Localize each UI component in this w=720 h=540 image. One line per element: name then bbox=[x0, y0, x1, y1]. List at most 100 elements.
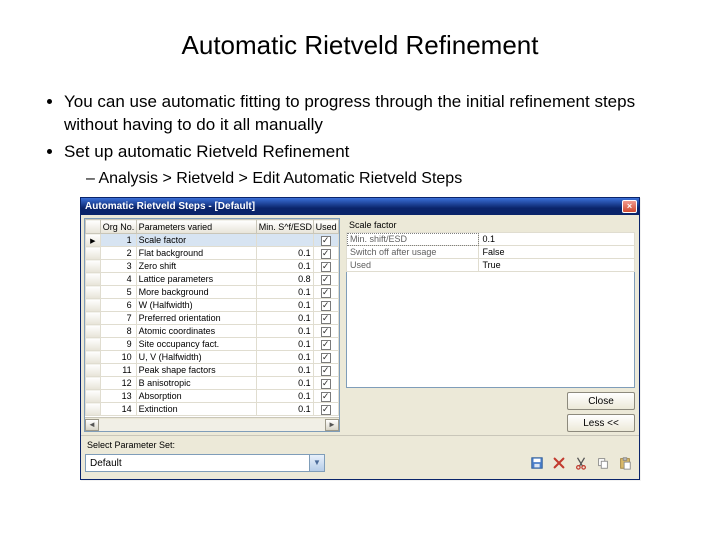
paramset-value: Default bbox=[90, 458, 122, 469]
row-selector[interactable] bbox=[86, 299, 101, 312]
save-icon[interactable] bbox=[527, 453, 547, 473]
bullet-2: Set up automatic Rietveld Refinement bbox=[64, 141, 680, 164]
cell-param: Site occupancy fact. bbox=[136, 338, 256, 351]
cell-param: Atomic coordinates bbox=[136, 325, 256, 338]
cell-min: 0.1 bbox=[256, 299, 313, 312]
scroll-right-icon[interactable]: ► bbox=[325, 419, 339, 431]
detail-switch-key: Switch off after usage bbox=[347, 246, 479, 259]
table-row[interactable]: 14Extinction0.1 bbox=[86, 403, 339, 416]
col-param[interactable]: Parameters varied bbox=[136, 220, 256, 234]
titlebar[interactable]: Automatic Rietveld Steps - [Default] × bbox=[81, 198, 639, 215]
row-selector[interactable] bbox=[86, 390, 101, 403]
row-selector[interactable] bbox=[86, 403, 101, 416]
checkbox-icon[interactable] bbox=[321, 314, 331, 324]
checkbox-icon[interactable] bbox=[321, 249, 331, 259]
cell-used[interactable] bbox=[313, 364, 338, 377]
close-button[interactable]: Close bbox=[567, 392, 635, 410]
window-title: Automatic Rietveld Steps - [Default] bbox=[85, 201, 255, 212]
row-selector[interactable] bbox=[86, 286, 101, 299]
cell-used[interactable] bbox=[313, 299, 338, 312]
cell-used[interactable] bbox=[313, 390, 338, 403]
detail-grid[interactable]: Min. shift/ESD 0.1 Switch off after usag… bbox=[346, 232, 635, 272]
steps-grid[interactable]: Org No. Parameters varied Min. S^f/ESD U… bbox=[84, 218, 340, 432]
scroll-left-icon[interactable]: ◄ bbox=[85, 419, 99, 431]
cell-org: 14 bbox=[100, 403, 136, 416]
col-org[interactable]: Org No. bbox=[100, 220, 136, 234]
checkbox-icon[interactable] bbox=[321, 366, 331, 376]
less-button[interactable]: Less << bbox=[567, 414, 635, 432]
col-min[interactable]: Min. S^f/ESD bbox=[256, 220, 313, 234]
row-selector[interactable] bbox=[86, 377, 101, 390]
cell-param: Flat background bbox=[136, 247, 256, 260]
detail-switch-val[interactable]: False bbox=[479, 246, 635, 259]
checkbox-icon[interactable] bbox=[321, 262, 331, 272]
table-row[interactable]: 1Scale factor bbox=[86, 234, 339, 247]
cell-org: 7 bbox=[100, 312, 136, 325]
cell-param: Lattice parameters bbox=[136, 273, 256, 286]
checkbox-icon[interactable] bbox=[321, 405, 331, 415]
checkbox-icon[interactable] bbox=[321, 301, 331, 311]
row-selector[interactable] bbox=[86, 338, 101, 351]
cell-min: 0.8 bbox=[256, 273, 313, 286]
cell-used[interactable] bbox=[313, 377, 338, 390]
cell-used[interactable] bbox=[313, 273, 338, 286]
row-selector[interactable] bbox=[86, 234, 101, 247]
checkbox-icon[interactable] bbox=[321, 353, 331, 363]
row-selector[interactable] bbox=[86, 273, 101, 286]
horizontal-scrollbar[interactable]: ◄ ► bbox=[85, 417, 339, 431]
paramset-label: Select Parameter Set: bbox=[85, 440, 635, 450]
cell-used[interactable] bbox=[313, 234, 338, 247]
table-row[interactable]: 12B anisotropic0.1 bbox=[86, 377, 339, 390]
table-row[interactable]: 6W (Halfwidth)0.1 bbox=[86, 299, 339, 312]
checkbox-icon[interactable] bbox=[321, 327, 331, 337]
table-row[interactable]: 10U, V (Halfwidth)0.1 bbox=[86, 351, 339, 364]
table-row[interactable]: 3Zero shift0.1 bbox=[86, 260, 339, 273]
checkbox-icon[interactable] bbox=[321, 379, 331, 389]
cell-used[interactable] bbox=[313, 260, 338, 273]
detail-min-key: Min. shift/ESD bbox=[347, 233, 479, 246]
cut-icon[interactable] bbox=[571, 453, 591, 473]
cell-used[interactable] bbox=[313, 286, 338, 299]
table-row[interactable]: 9Site occupancy fact.0.1 bbox=[86, 338, 339, 351]
checkbox-icon[interactable] bbox=[321, 392, 331, 402]
cell-org: 8 bbox=[100, 325, 136, 338]
table-row[interactable]: 2Flat background0.1 bbox=[86, 247, 339, 260]
row-selector[interactable] bbox=[86, 351, 101, 364]
checkbox-icon[interactable] bbox=[321, 340, 331, 350]
checkbox-icon[interactable] bbox=[321, 275, 331, 285]
close-icon[interactable]: × bbox=[622, 200, 637, 213]
checkbox-icon[interactable] bbox=[321, 288, 331, 298]
cell-min bbox=[256, 234, 313, 247]
chevron-down-icon[interactable]: ▼ bbox=[309, 455, 324, 471]
table-row[interactable]: 4Lattice parameters0.8 bbox=[86, 273, 339, 286]
row-selector[interactable] bbox=[86, 325, 101, 338]
detail-min-val[interactable]: 0.1 bbox=[479, 233, 635, 246]
paramset-combo[interactable]: Default ▼ bbox=[85, 454, 325, 472]
cell-param: Peak shape factors bbox=[136, 364, 256, 377]
cell-used[interactable] bbox=[313, 312, 338, 325]
table-row[interactable]: 11Peak shape factors0.1 bbox=[86, 364, 339, 377]
checkbox-icon[interactable] bbox=[321, 236, 331, 246]
table-row[interactable]: 7Preferred orientation0.1 bbox=[86, 312, 339, 325]
cell-org: 11 bbox=[100, 364, 136, 377]
cell-used[interactable] bbox=[313, 338, 338, 351]
row-selector[interactable] bbox=[86, 247, 101, 260]
cell-used[interactable] bbox=[313, 403, 338, 416]
cell-used[interactable] bbox=[313, 351, 338, 364]
row-selector[interactable] bbox=[86, 312, 101, 325]
row-selector[interactable] bbox=[86, 260, 101, 273]
cell-param: U, V (Halfwidth) bbox=[136, 351, 256, 364]
row-selector[interactable] bbox=[86, 364, 101, 377]
detail-used-val[interactable]: True bbox=[479, 259, 635, 272]
table-row[interactable]: 8Atomic coordinates0.1 bbox=[86, 325, 339, 338]
cell-org: 3 bbox=[100, 260, 136, 273]
table-row[interactable]: 5More background0.1 bbox=[86, 286, 339, 299]
delete-icon[interactable] bbox=[549, 453, 569, 473]
table-row[interactable]: 13Absorption0.1 bbox=[86, 390, 339, 403]
cell-used[interactable] bbox=[313, 247, 338, 260]
paste-icon[interactable] bbox=[615, 453, 635, 473]
cell-used[interactable] bbox=[313, 325, 338, 338]
cell-param: Preferred orientation bbox=[136, 312, 256, 325]
col-used[interactable]: Used bbox=[313, 220, 338, 234]
copy-icon[interactable] bbox=[593, 453, 613, 473]
